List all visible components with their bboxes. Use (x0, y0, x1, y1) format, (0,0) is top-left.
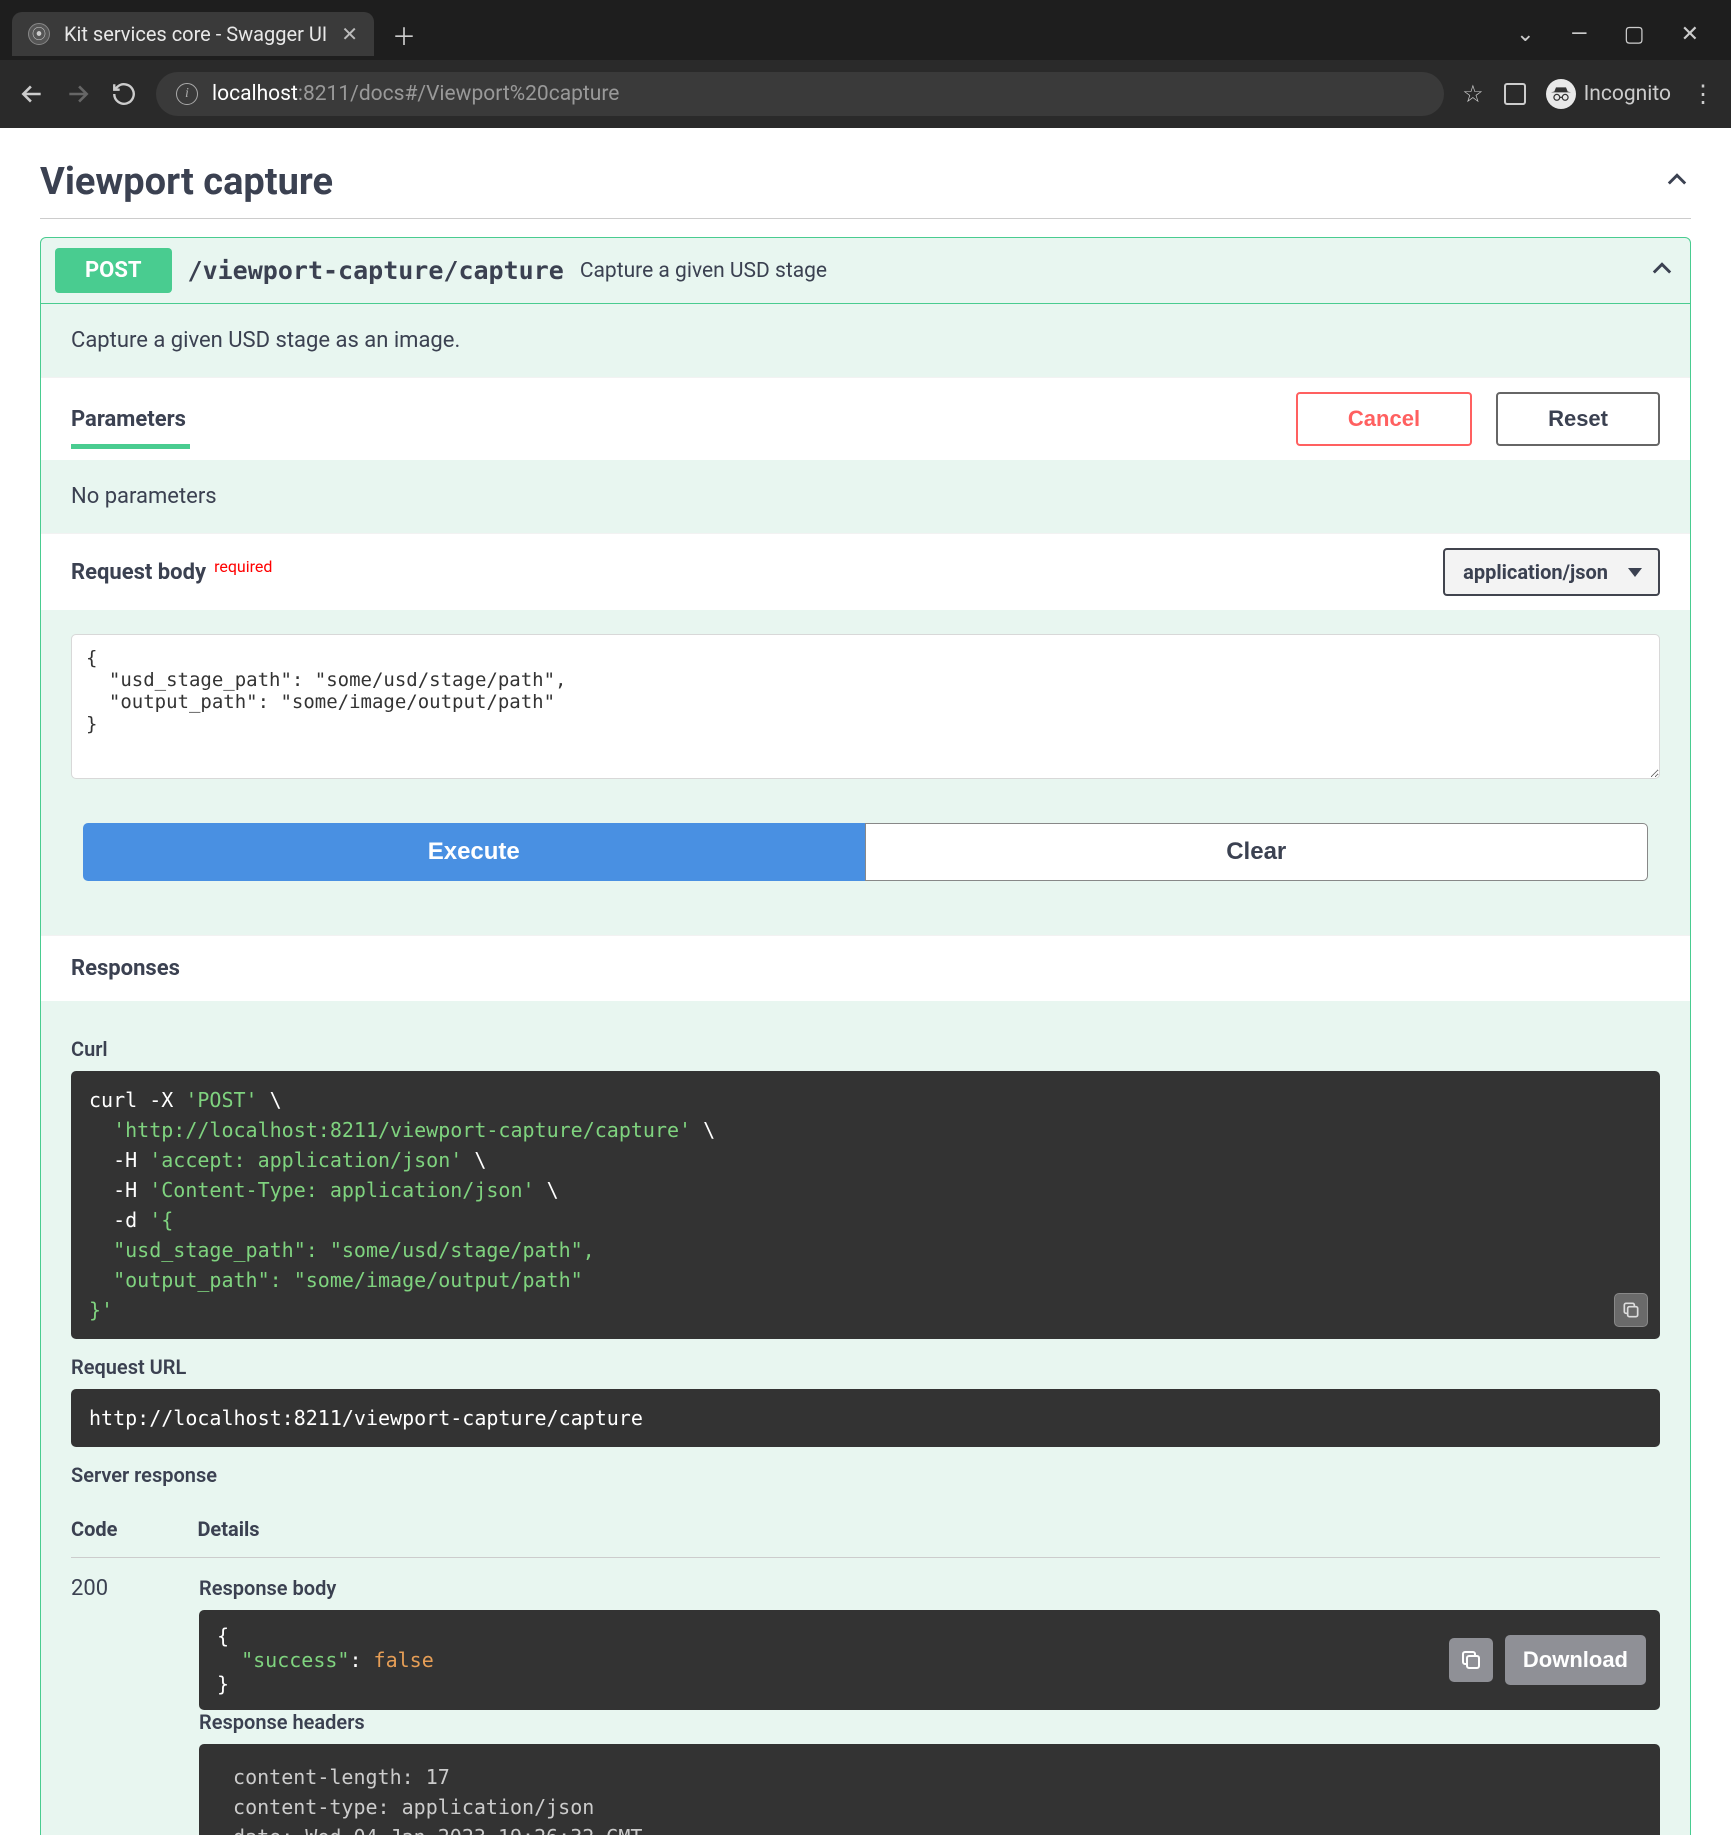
browser-tab[interactable]: ⦿ Kit services core - Swagger UI ✕ (12, 12, 374, 56)
chevron-down-icon[interactable]: ⌄ (1516, 22, 1534, 47)
request-body-box (41, 610, 1690, 783)
reset-button[interactable]: Reset (1496, 392, 1660, 446)
menu-icon[interactable]: ⋮ (1691, 80, 1713, 108)
request-url-codeblock[interactable]: http://localhost:8211/viewport-capture/c… (71, 1389, 1660, 1447)
cancel-button[interactable]: Cancel (1296, 392, 1472, 446)
opblock-post: POST /viewport-capture/capture Capture a… (40, 237, 1691, 1835)
browser-chrome: ⦿ Kit services core - Swagger UI ✕ ＋ ⌄ —… (0, 0, 1731, 128)
request-body-heading: Request body (71, 560, 206, 585)
toolbar-right: ☆ Incognito ⋮ (1462, 79, 1713, 109)
parameters-heading: Parameters (71, 407, 186, 432)
incognito-icon (1546, 79, 1576, 109)
execute-button[interactable]: Execute (83, 823, 865, 881)
bookmark-icon[interactable]: ☆ (1462, 80, 1484, 108)
close-window-icon[interactable]: ✕ (1681, 22, 1699, 47)
close-tab-icon[interactable]: ✕ (341, 22, 358, 46)
responses-detail: Curl curl -X 'POST' \ 'http://localhost:… (41, 1001, 1690, 1835)
incognito-badge[interactable]: Incognito (1546, 79, 1671, 109)
tag-header[interactable]: Viewport capture (40, 146, 1691, 219)
parameters-bar: Parameters Cancel Reset (41, 377, 1690, 460)
request-body-textarea[interactable] (71, 634, 1660, 779)
collapse-op-icon[interactable] (1648, 255, 1676, 287)
op-description: Capture a given USD stage as an image. (41, 304, 1690, 377)
window-controls: ⌄ — ▢ ✕ (1516, 22, 1719, 47)
server-response-label: Server response (71, 1463, 1660, 1487)
reload-button[interactable] (110, 81, 138, 107)
tag-title: Viewport capture (40, 160, 333, 204)
url-bar[interactable]: i localhost:8211/docs#/Viewport%20captur… (156, 72, 1444, 116)
responses-heading: Responses (71, 956, 1660, 981)
response-body-codeblock[interactable]: { "success": false }Download (199, 1610, 1660, 1710)
response-details: Response body { "success": false }Downlo… (199, 1576, 1660, 1835)
method-badge: POST (55, 248, 172, 293)
execute-row: Execute Clear (41, 783, 1690, 905)
favicon-icon: ⦿ (28, 23, 50, 45)
copy-response-icon[interactable] (1449, 1638, 1493, 1682)
no-parameters-text: No parameters (41, 460, 1690, 533)
op-path: /viewport-capture/capture (188, 256, 564, 285)
request-url-label: Request URL (71, 1355, 1660, 1379)
page-content: Viewport capture POST /viewport-capture/… (0, 128, 1731, 1835)
response-code: 200 (71, 1576, 151, 1835)
maximize-icon[interactable]: ▢ (1624, 22, 1645, 47)
responses-bar: Responses (41, 935, 1690, 1001)
minimize-icon[interactable]: — (1571, 22, 1588, 47)
download-button[interactable]: Download (1505, 1635, 1646, 1685)
opblock-summary[interactable]: POST /viewport-capture/capture Capture a… (41, 238, 1690, 304)
tab-title: Kit services core - Swagger UI (64, 22, 327, 46)
tab-bar: ⦿ Kit services core - Swagger UI ✕ ＋ ⌄ —… (0, 0, 1731, 60)
new-tab-button[interactable]: ＋ (392, 17, 416, 52)
panel-icon[interactable] (1504, 83, 1526, 105)
collapse-tag-icon[interactable] (1663, 166, 1691, 198)
response-body-label: Response body (199, 1576, 1660, 1600)
curl-label: Curl (71, 1037, 1660, 1061)
site-info-icon[interactable]: i (176, 83, 198, 105)
request-body-bar: Request body required application/json (41, 533, 1690, 610)
copy-curl-icon[interactable] (1614, 1293, 1648, 1327)
code-header: Code (71, 1517, 117, 1541)
clear-button[interactable]: Clear (865, 823, 1649, 881)
nav-bar: i localhost:8211/docs#/Viewport%20captur… (0, 60, 1731, 128)
response-row: 200 Response body { "success": false }Do… (71, 1558, 1660, 1835)
response-table-head: Code Details (71, 1505, 1660, 1558)
details-header: Details (197, 1517, 259, 1541)
required-label: required (214, 557, 272, 576)
back-button[interactable] (18, 81, 46, 107)
response-headers-codeblock[interactable]: content-length: 17 content-type: applica… (199, 1744, 1660, 1835)
op-summary: Capture a given USD stage (580, 259, 827, 283)
content-type-select[interactable]: application/json (1443, 548, 1660, 596)
url-text: localhost:8211/docs#/Viewport%20capture (212, 82, 619, 106)
forward-button[interactable] (64, 81, 92, 107)
curl-codeblock[interactable]: curl -X 'POST' \ 'http://localhost:8211/… (71, 1071, 1660, 1339)
response-headers-label: Response headers (199, 1710, 1660, 1734)
